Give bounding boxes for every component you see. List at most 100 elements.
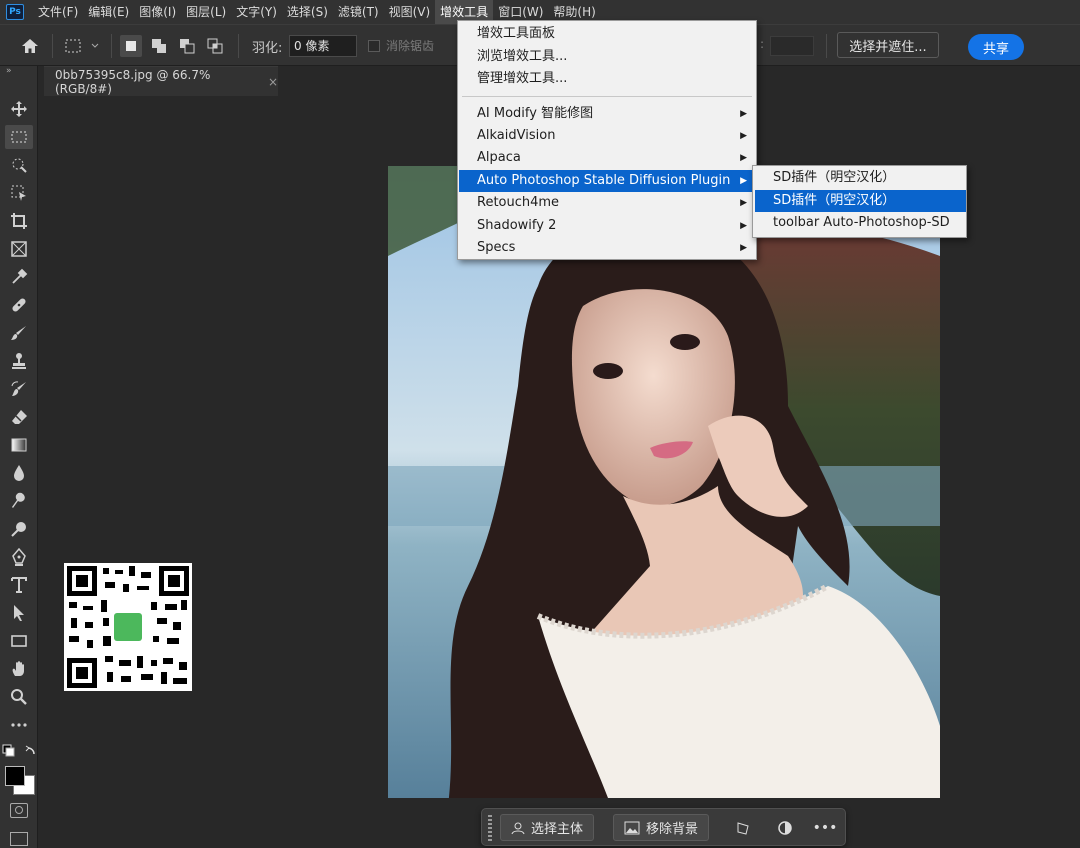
dodge-tool-icon[interactable] — [5, 517, 33, 541]
submenu-arrow-icon: ▶ — [740, 109, 747, 119]
divider — [52, 34, 53, 58]
share-button[interactable]: 共享 — [968, 34, 1024, 60]
menu-view[interactable]: 视图(V) — [384, 0, 436, 24]
qr-code — [64, 563, 192, 691]
feather-label: 羽化: — [252, 41, 283, 56]
subtract-selection-icon[interactable] — [176, 35, 198, 57]
marquee-preset-picker[interactable] — [62, 35, 104, 57]
marquee-icon[interactable] — [5, 125, 33, 149]
move-icon[interactable] — [5, 97, 33, 121]
intersect-selection-icon[interactable] — [204, 35, 226, 57]
eraser-icon[interactable] — [5, 405, 33, 429]
feather-input[interactable]: 0 像素 — [289, 35, 357, 57]
photoshop-window: Ps 文件(F) 编辑(E) 图像(I) 图层(L) 文字(Y) 选择(S) 滤… — [0, 0, 1080, 848]
menu-item-label: Retouch4me — [477, 195, 560, 210]
menu-separator — [462, 96, 752, 97]
add-selection-icon[interactable] — [148, 35, 170, 57]
plugins-menu: 增效工具面板 浏览增效工具... 管理增效工具... AI Modify 智能修… — [457, 20, 757, 260]
menu-item-alpaca[interactable]: Alpaca ▶ — [459, 147, 755, 169]
image-icon — [624, 821, 640, 834]
menu-file[interactable]: 文件(F) — [33, 0, 83, 24]
default-colors-icon[interactable] — [2, 744, 36, 766]
select-subject-label: 选择主体 — [531, 822, 584, 837]
hand-icon[interactable] — [5, 657, 33, 681]
document-image[interactable] — [388, 166, 940, 798]
menu-item-plugins-panel[interactable]: 增效工具面板 — [459, 23, 755, 45]
menu-item-retouch4me[interactable]: Retouch4me ▶ — [459, 192, 755, 214]
history-brush-icon[interactable] — [5, 377, 33, 401]
type-icon[interactable] — [5, 573, 33, 597]
menu-item-shadowify[interactable]: Shadowify 2 ▶ — [459, 215, 755, 237]
panel-collapse-icon[interactable]: » — [6, 66, 11, 76]
submenu-item-sd-plugin-selected[interactable]: SD插件（明空汉化） — [755, 190, 966, 212]
menu-edit[interactable]: 编辑(E) — [83, 0, 134, 24]
menu-item-label: AlkaidVision — [477, 128, 556, 143]
menu-select[interactable]: 选择(S) — [282, 0, 333, 24]
home-icon[interactable] — [18, 37, 42, 55]
menu-item-ai-modify[interactable]: AI Modify 智能修图 ▶ — [459, 103, 755, 125]
menu-item-label: AI Modify 智能修图 — [477, 106, 594, 121]
submenu-arrow-icon: ▶ — [740, 243, 747, 253]
foreground-color-swatch[interactable] — [5, 766, 25, 786]
pen-icon[interactable] — [5, 545, 33, 569]
healing-icon[interactable] — [5, 293, 33, 317]
submenu-item-toolbar[interactable]: toolbar Auto-Photoshop-SD — [755, 212, 966, 234]
menu-filter[interactable]: 滤镜(T) — [333, 0, 384, 24]
screen-mode-icon[interactable] — [10, 832, 28, 846]
menu-item-label: Auto Photoshop Stable Diffusion Plugin — [477, 173, 731, 188]
close-icon[interactable]: × — [268, 75, 278, 89]
menu-layer[interactable]: 图层(L) — [181, 0, 231, 24]
path-select-icon[interactable] — [5, 601, 33, 625]
menu-item-alkaidvision[interactable]: AlkaidVision ▶ — [459, 125, 755, 147]
gradient-icon[interactable] — [5, 433, 33, 457]
menu-item-label: Shadowify 2 — [477, 218, 557, 233]
antialias-label: 消除锯齿 — [386, 39, 435, 53]
frame-icon[interactable] — [5, 237, 33, 261]
select-and-mask-button[interactable]: 选择并遮住... — [837, 32, 939, 58]
document-tab[interactable]: 0bb75395c8.jpg @ 66.7%(RGB/8#) × — [44, 66, 278, 96]
object-select-icon[interactable] — [5, 181, 33, 205]
menu-item-browse-plugins[interactable]: 浏览增效工具... — [459, 46, 755, 68]
remove-background-label: 移除背景 — [646, 822, 699, 837]
rectangle-icon[interactable] — [5, 629, 33, 653]
remove-background-button[interactable]: 移除背景 — [613, 814, 710, 841]
stamp-icon[interactable] — [5, 349, 33, 373]
menu-image[interactable]: 图像(I) — [134, 0, 181, 24]
dodge-icon[interactable] — [5, 489, 33, 513]
options-hidden-field[interactable] — [770, 36, 814, 56]
menu-item-specs[interactable]: Specs ▶ — [459, 237, 755, 259]
submenu-item-sd-plugin[interactable]: SD插件（明空汉化） — [755, 167, 966, 189]
menu-item-auto-photoshop-sd[interactable]: Auto Photoshop Stable Diffusion Plugin ▶ — [459, 170, 755, 192]
zoom-icon[interactable] — [5, 685, 33, 709]
select-subject-button[interactable]: 选择主体 — [500, 814, 595, 841]
antialias-checkbox[interactable] — [368, 40, 380, 52]
more-tools-icon[interactable] — [5, 713, 33, 737]
divider — [826, 34, 827, 58]
submenu-arrow-icon: ▶ — [740, 221, 747, 231]
menu-item-manage-plugins[interactable]: 管理增效工具... — [459, 68, 755, 90]
drag-handle-icon[interactable] — [488, 815, 492, 841]
blur-icon[interactable] — [5, 461, 33, 485]
menu-type[interactable]: 文字(Y) — [231, 0, 282, 24]
quick-mask-icon[interactable] — [10, 803, 28, 818]
transform-icon[interactable] — [733, 818, 753, 838]
sd-plugin-submenu: SD插件（明空汉化） SD插件（明空汉化） toolbar Auto-Photo… — [752, 165, 967, 238]
submenu-arrow-icon: ▶ — [740, 176, 747, 186]
more-options-icon[interactable]: ••• — [813, 818, 838, 838]
menu-item-label: Alpaca — [477, 150, 521, 165]
contextual-task-bar: 选择主体 移除背景 ••• — [481, 808, 846, 846]
new-selection-icon[interactable] — [120, 35, 142, 57]
brush-icon[interactable] — [5, 321, 33, 345]
crop-icon[interactable] — [5, 209, 33, 233]
menu-item-label: Specs — [477, 240, 516, 255]
eyedropper-icon[interactable] — [5, 265, 33, 289]
submenu-arrow-icon: ▶ — [740, 153, 747, 163]
submenu-arrow-icon: ▶ — [740, 131, 747, 141]
divider — [238, 34, 239, 58]
divider — [111, 34, 112, 58]
adjustment-icon[interactable] — [775, 818, 795, 838]
tools-panel: » — [0, 66, 38, 848]
submenu-arrow-icon: ▶ — [740, 198, 747, 208]
color-swatches[interactable] — [3, 766, 35, 796]
quick-select-icon[interactable] — [5, 153, 33, 177]
